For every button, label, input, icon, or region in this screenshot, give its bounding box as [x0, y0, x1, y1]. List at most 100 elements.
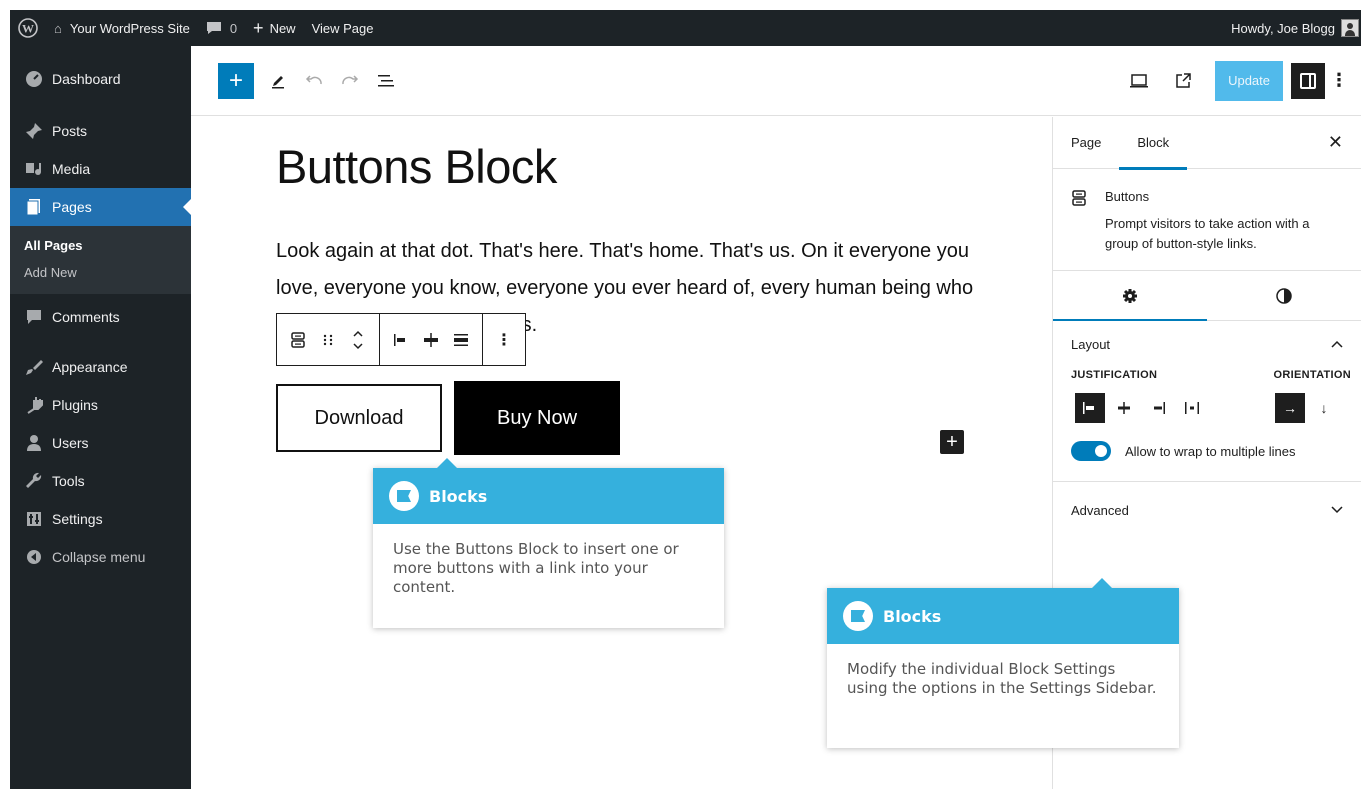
justify-left-icon	[394, 333, 405, 346]
account-menu[interactable]: Howdy, Joe Blogg	[1223, 10, 1361, 46]
sidebar-item-pages[interactable]: Pages	[10, 188, 191, 226]
plus-icon: +	[253, 17, 264, 38]
plus-icon: +	[946, 431, 958, 453]
plus-icon: +	[228, 66, 243, 94]
justify-stretch-button[interactable]	[446, 322, 476, 358]
sidebar-item-label: Media	[52, 161, 91, 177]
chevron-down-icon	[1331, 506, 1343, 514]
sidebar-item-settings[interactable]: Settings	[10, 500, 191, 538]
tab-styles[interactable]	[1207, 271, 1361, 320]
justify-left-button[interactable]	[386, 322, 416, 358]
wordpress-logo-icon[interactable]: W	[10, 10, 46, 46]
sidebar-item-appearance[interactable]: Appearance	[10, 348, 191, 386]
drag-handle-icon[interactable]	[313, 322, 343, 358]
chevron-up-icon	[1331, 340, 1343, 348]
block-options-button[interactable]: ⋮	[489, 322, 519, 358]
pages-icon	[24, 197, 44, 217]
tools-button[interactable]	[260, 63, 296, 99]
gear-icon	[1123, 288, 1137, 303]
undo-icon	[305, 74, 322, 84]
redo-button[interactable]	[332, 63, 368, 99]
tab-settings[interactable]	[1053, 271, 1207, 321]
move-up-down-button[interactable]	[343, 322, 373, 358]
site-name-label: Your WordPress Site	[69, 20, 190, 36]
sidebar-item-posts[interactable]: Posts	[10, 112, 191, 150]
submenu-all-pages[interactable]: All Pages	[10, 232, 191, 259]
more-vertical-icon: ⋮	[1330, 70, 1348, 90]
pin-icon	[24, 121, 44, 141]
wrap-toggle[interactable]	[1071, 441, 1111, 461]
close-icon[interactable]: ✕	[1328, 132, 1343, 153]
tab-block[interactable]: Block	[1119, 117, 1187, 170]
justify-right-option[interactable]	[1143, 393, 1173, 423]
orientation-horizontal-option[interactable]: →	[1275, 393, 1305, 423]
submenu-add-new[interactable]: Add New	[10, 259, 191, 286]
sidebar-item-media[interactable]: Media	[10, 150, 191, 188]
wrap-label: Allow to wrap to multiple lines	[1125, 443, 1296, 459]
new-label: New	[269, 20, 296, 36]
sidebar-item-users[interactable]: Users	[10, 424, 191, 462]
dashboard-icon	[24, 69, 44, 89]
blocks-callout-settings: Blocks Modify the individual Block Setti…	[827, 578, 1179, 748]
block-toolbar: ⋮	[276, 313, 526, 366]
justify-center-button[interactable]	[416, 322, 446, 358]
layout-labels: JUSTIFICATION ORIENTATION	[1053, 369, 1361, 381]
callout-header: Blocks	[373, 468, 724, 524]
view-page-button[interactable]	[1165, 63, 1201, 99]
justify-center-icon	[424, 332, 438, 347]
post-title[interactable]: Buttons Block	[276, 139, 557, 194]
download-button[interactable]: Download	[276, 384, 442, 452]
callout-header: Blocks	[827, 588, 1179, 644]
block-type-button[interactable]	[283, 322, 313, 358]
arrow-down-icon: ↓	[1320, 400, 1328, 416]
sidebar-item-label: Pages	[52, 199, 92, 215]
callout-arrow	[1092, 578, 1112, 588]
arrow-right-icon: →	[1283, 400, 1297, 416]
sidebar-item-tools[interactable]: Tools	[10, 462, 191, 500]
justify-center-option[interactable]	[1109, 393, 1139, 423]
block-appender-button[interactable]: +	[940, 430, 964, 454]
update-button[interactable]: Update	[1215, 60, 1283, 101]
admin-bar: W ⌂ Your WordPress Site 0 + New View Pag…	[10, 10, 1361, 46]
justify-center-icon	[1118, 402, 1130, 414]
callout-title: Blocks	[883, 606, 942, 626]
sidebar-item-plugins[interactable]: Plugins	[10, 386, 191, 424]
callout-body: Modify the individual Block Settings usi…	[847, 660, 1157, 697]
buy-now-button[interactable]: Buy Now	[454, 381, 620, 455]
options-button[interactable]: ⋮	[1325, 63, 1353, 99]
layout-panel-header[interactable]: Layout	[1053, 321, 1361, 367]
buttons-block-icon	[291, 331, 305, 348]
list-view-icon	[378, 74, 394, 86]
sidebar-icon	[1300, 72, 1316, 89]
view-page-link[interactable]: View Page	[304, 10, 382, 46]
justification-group	[380, 314, 483, 365]
undo-button[interactable]	[296, 63, 332, 99]
comments-link[interactable]: 0	[198, 10, 245, 46]
block-switcher-group	[277, 314, 380, 365]
justify-stretch-icon	[454, 333, 468, 346]
settings-toggle-button[interactable]	[1291, 62, 1325, 99]
sidebar-item-label: Comments	[52, 309, 120, 325]
orientation-vertical-option[interactable]: ↓	[1309, 393, 1339, 423]
sidebar-item-comments[interactable]: Comments	[10, 298, 191, 336]
collapse-menu-button[interactable]: Collapse menu	[10, 538, 191, 576]
block-inserter-button[interactable]: +	[218, 62, 254, 99]
settings-styles-tabs	[1053, 271, 1361, 321]
wrench-icon	[24, 471, 44, 491]
sidebar-item-dashboard[interactable]: Dashboard	[10, 46, 191, 112]
advanced-panel-header[interactable]: Advanced	[1053, 482, 1361, 538]
tab-page[interactable]: Page	[1053, 117, 1119, 169]
preview-button[interactable]	[1121, 63, 1157, 99]
sidebar-tabs: Page Block ✕	[1053, 117, 1361, 170]
chevron-up-down-icon	[353, 330, 363, 349]
justify-left-option[interactable]	[1075, 393, 1105, 423]
user-icon	[24, 433, 44, 453]
buttons-block-icon	[1071, 189, 1087, 254]
block-card: Buttons Prompt visitors to take action w…	[1053, 169, 1361, 271]
document-overview-button[interactable]	[368, 63, 404, 99]
more-vertical-icon: ⋮	[496, 331, 512, 349]
justify-space-between-icon	[1185, 402, 1199, 414]
new-content-link[interactable]: + New	[245, 10, 304, 46]
justify-space-between-option[interactable]	[1177, 393, 1207, 423]
site-name-link[interactable]: ⌂ Your WordPress Site	[46, 10, 198, 46]
